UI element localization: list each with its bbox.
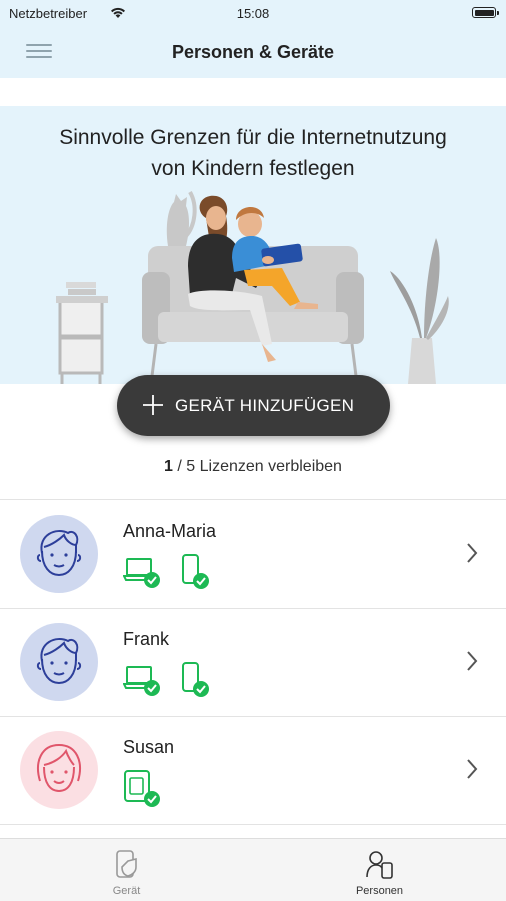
- add-device-button[interactable]: GERÄT HINZUFÜGEN: [117, 375, 390, 436]
- tab-people[interactable]: Personen: [253, 839, 506, 901]
- tab-device[interactable]: Gerät: [0, 839, 253, 901]
- list-item-person-frank[interactable]: Frank: [0, 610, 506, 715]
- clock: 15:08: [236, 6, 270, 21]
- person-name: Susan: [123, 737, 175, 757]
- license-counter: 1 / 5 Lizenzen verbleiben: [164, 458, 342, 475]
- people-device-icon: [366, 851, 393, 879]
- chevron-right-icon: [467, 759, 478, 779]
- status-bar: Netzbetreiber 15:08: [0, 0, 506, 26]
- plus-icon: [141, 390, 165, 420]
- device-shield-icon: [116, 850, 137, 878]
- laptop-check-icon: [123, 666, 160, 696]
- page-title: Personen & Geräte: [171, 42, 335, 62]
- tab-label: Gerät: [112, 885, 141, 897]
- tablet-check-icon: [124, 770, 160, 807]
- phone-check-icon: [182, 662, 209, 697]
- tab-bar: Gerät Personen: [0, 838, 506, 901]
- tab-label: Personen: [355, 885, 404, 897]
- list-item-person-susan[interactable]: Susan: [0, 718, 506, 823]
- hero-headline: Sinnvolle Grenzen für die Internetnutzun…: [59, 126, 447, 180]
- male-avatar-icon: [20, 515, 98, 593]
- add-device-label: GERÄT HINZUFÜGEN: [175, 396, 355, 415]
- list-item-person-anna-maria[interactable]: Anna-Maria: [0, 502, 506, 607]
- person-name: Anna-Maria: [123, 521, 217, 541]
- divider: [0, 824, 506, 825]
- navigation-bar: Personen & Geräte: [0, 26, 506, 78]
- battery-icon: [472, 7, 496, 18]
- laptop-check-icon: [123, 558, 160, 588]
- divider: [0, 716, 506, 717]
- chevron-right-icon: [467, 651, 478, 671]
- female-avatar-icon: [20, 731, 98, 809]
- chevron-right-icon: [467, 543, 478, 563]
- divider: [0, 499, 506, 500]
- person-name: Frank: [123, 629, 170, 649]
- phone-check-icon: [182, 554, 209, 589]
- hero-banner: Sinnvolle Grenzen für die Internetnutzun…: [0, 106, 506, 384]
- male-avatar-icon: [20, 623, 98, 701]
- divider: [0, 608, 506, 609]
